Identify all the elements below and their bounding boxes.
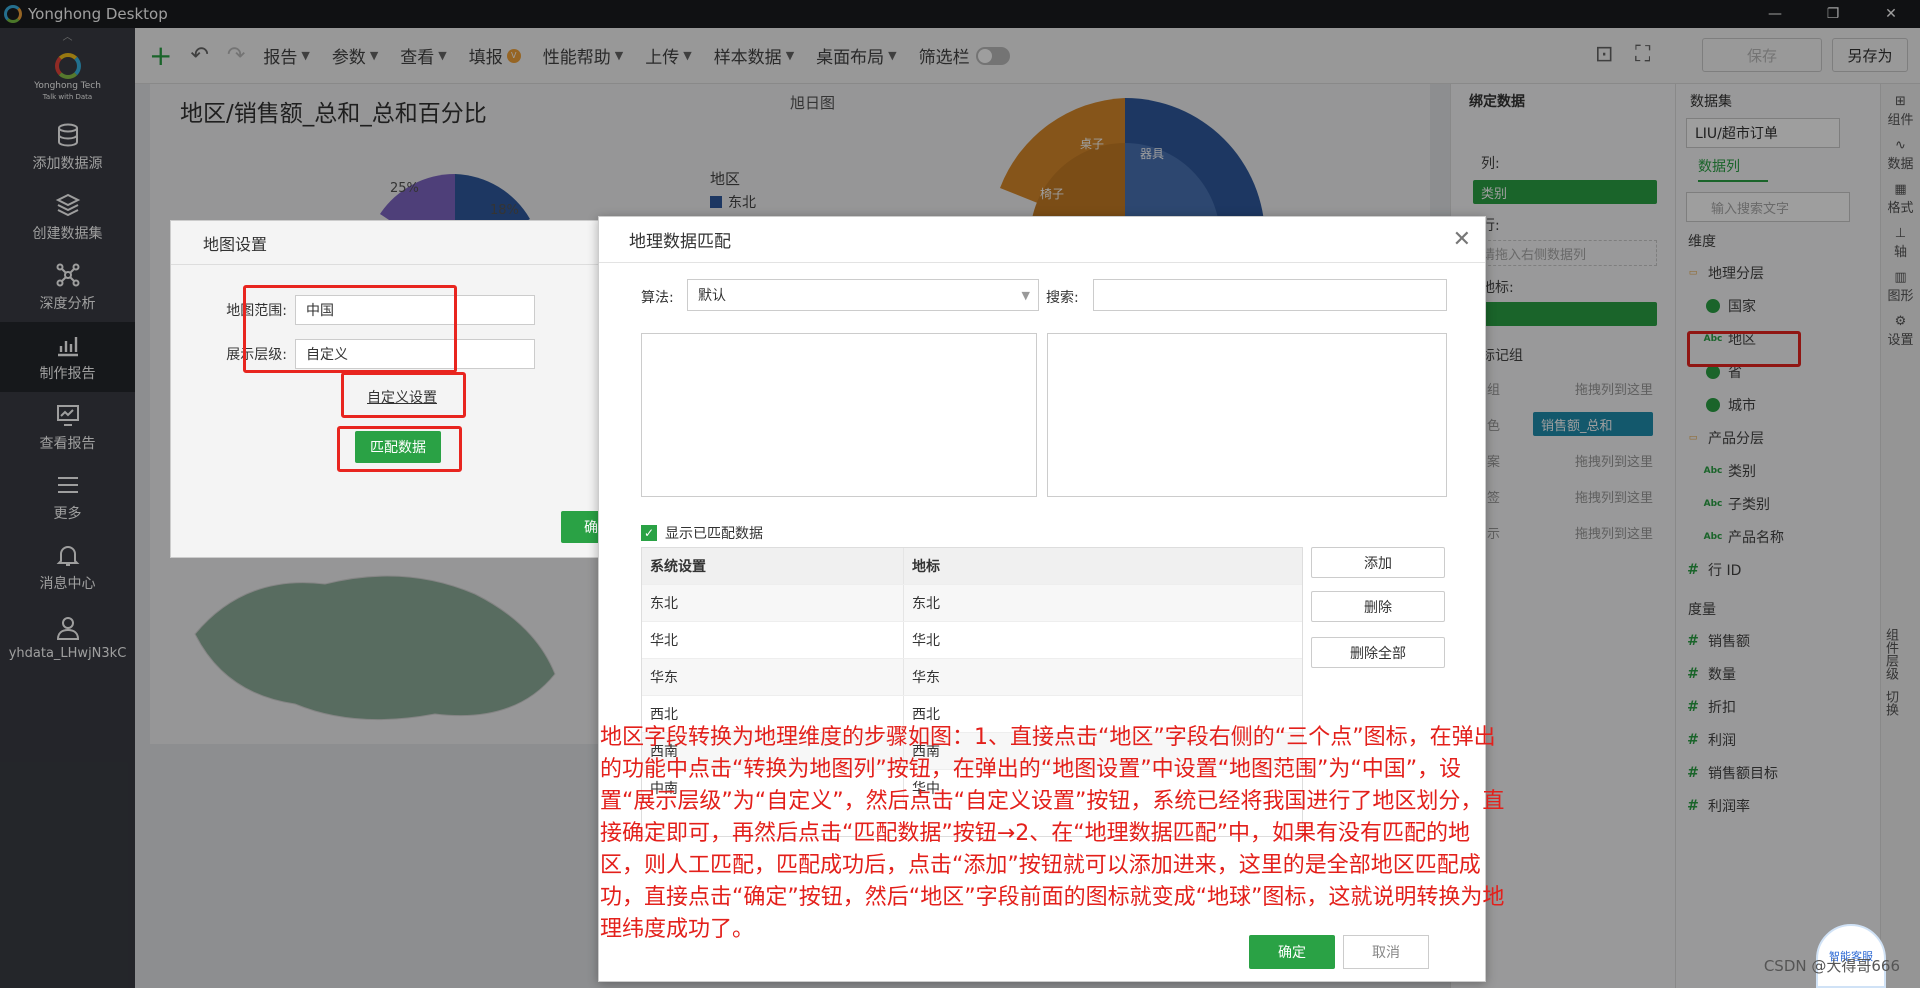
highlight-custom-settings (341, 372, 466, 418)
cell-landmark: 东北 (912, 596, 940, 612)
close-icon[interactable]: ✕ (1453, 227, 1471, 252)
map-dialog-title: 地图设置 (171, 221, 639, 265)
checkmark-icon: ✓ (641, 525, 657, 541)
watermark: CSDN @大得哥666 (1763, 957, 1900, 975)
geo-search-input[interactable] (1093, 279, 1447, 311)
cell-landmark: 华东 (912, 670, 940, 686)
algo-value: 默认 (698, 288, 726, 304)
search-label: 搜索: (1046, 290, 1079, 306)
table-row[interactable]: 华北 华北 (642, 621, 1302, 658)
col-system-setting: 系统设置 (642, 548, 904, 584)
table-row[interactable]: 东北 东北 (642, 584, 1302, 621)
algo-label: 算法: (641, 290, 674, 306)
cell-system-setting: 华北 (642, 622, 904, 658)
show-matched-label: 显示已匹配数据 (665, 526, 763, 542)
cell-landmark: 华北 (912, 633, 940, 649)
highlight-match-data (337, 426, 462, 472)
algo-select[interactable]: 默认 ▼ (687, 279, 1039, 311)
cell-system-setting: 东北 (642, 585, 904, 621)
show-matched-checkbox[interactable]: ✓ 显示已匹配数据 (641, 523, 763, 543)
highlight-map-settings (243, 285, 457, 373)
chevron-down-icon: ▼ (1021, 288, 1030, 302)
cell-system-setting: 华东 (642, 659, 904, 695)
geo-landmark-list[interactable] (1047, 333, 1447, 497)
tutorial-annotation: 地区字段转换为地理维度的步骤如图：1、直接点击“地区”字段右侧的“三个点”图标，… (600, 725, 1505, 942)
table-row[interactable]: 华东 华东 (642, 658, 1302, 695)
delete-button[interactable]: 删除 (1311, 591, 1445, 622)
geo-dialog-title: 地理数据匹配 (599, 217, 1485, 263)
system-region-list[interactable] (641, 333, 1037, 497)
table-header: 系统设置 地标 (642, 548, 1302, 584)
col-landmark: 地标 (912, 559, 940, 575)
delete-all-button[interactable]: 删除全部 (1311, 637, 1445, 668)
add-button[interactable]: 添加 (1311, 547, 1445, 578)
